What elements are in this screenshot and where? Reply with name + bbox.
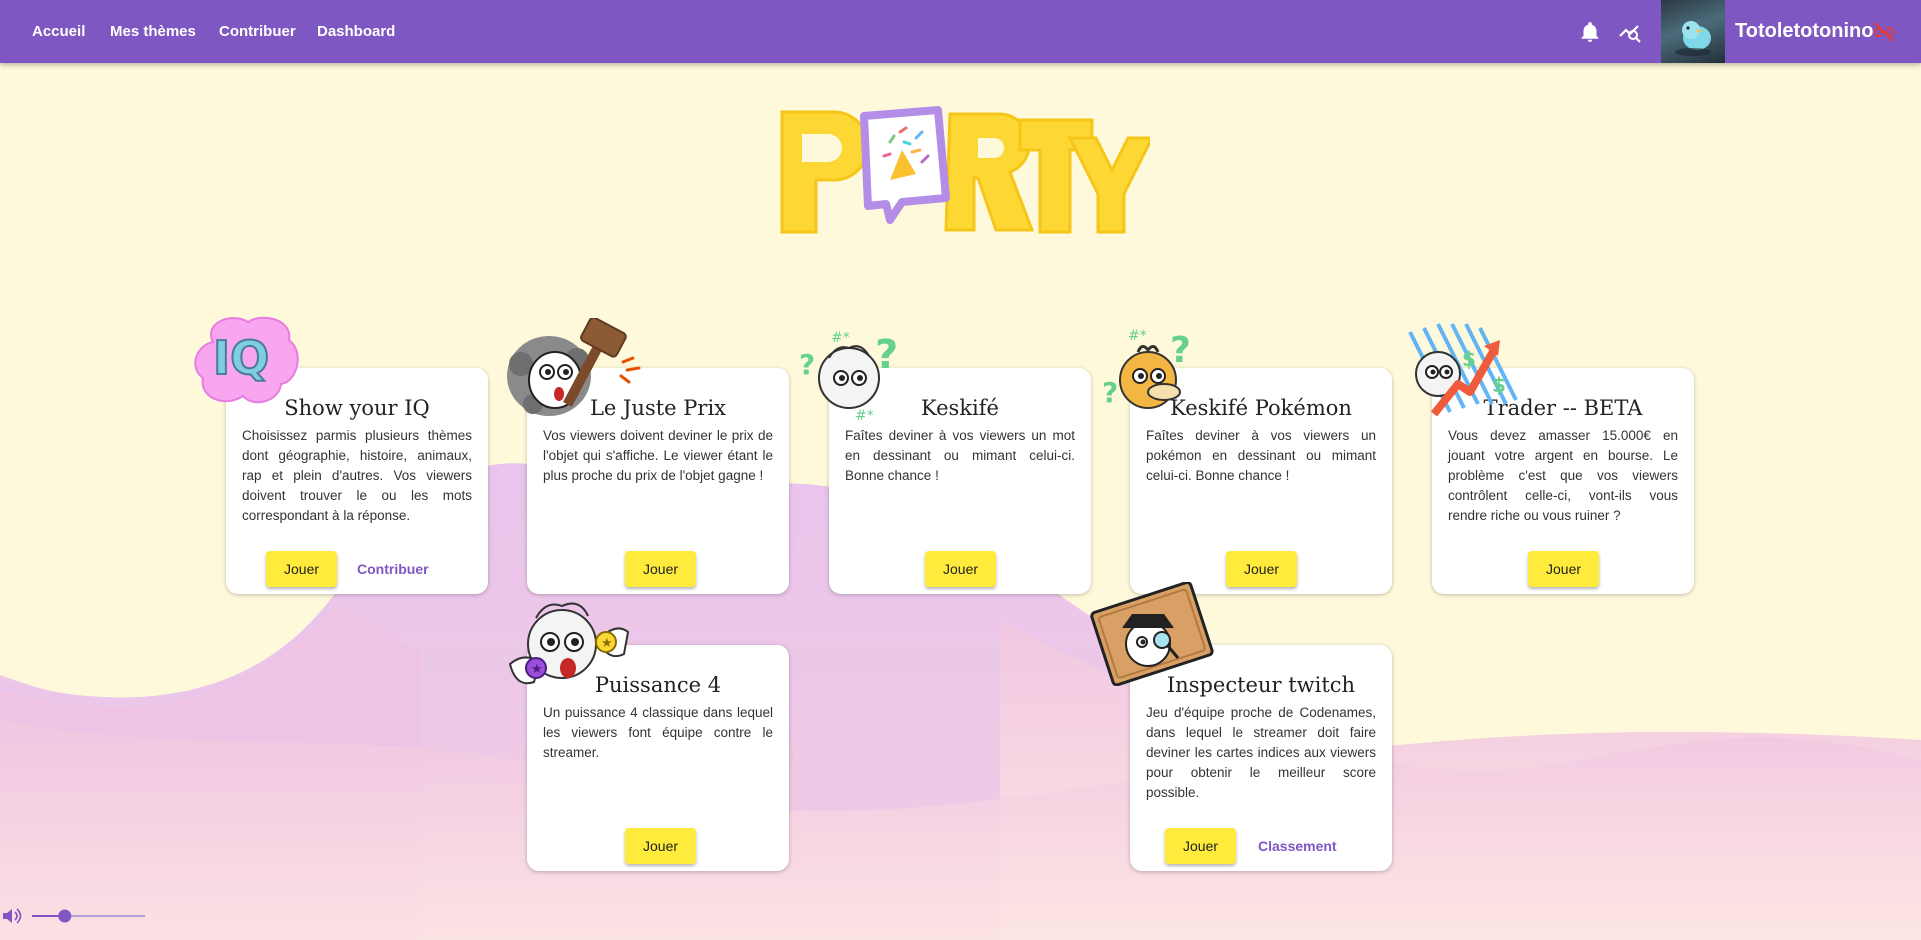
volume-control (2, 906, 152, 931)
username: Totoletotonino (1735, 20, 1874, 42)
leaderboard-button[interactable]: Classement (1258, 828, 1337, 864)
party-logo (780, 106, 1150, 234)
play-button[interactable]: Jouer (1226, 551, 1298, 587)
card-description: Vous devez amasser 15.000€ en jouant vot… (1448, 428, 1678, 523)
nav-link-dashboard[interactable]: Dashboard (317, 0, 395, 63)
nav-link-contribuer[interactable]: Contribuer (219, 0, 296, 63)
avatar[interactable] (1661, 0, 1725, 63)
connect-four-mascot-icon: ★ ★ (508, 602, 630, 685)
iq-brain-icon: IQ (194, 316, 299, 404)
nav-link-mes-themes[interactable]: Mes thèmes (110, 0, 196, 63)
card-description: Choisissez parmis plusieurs thèmes dont … (242, 428, 472, 523)
svg-text:#*: #* (855, 408, 874, 422)
svg-text:$: $ (1492, 373, 1506, 397)
svg-text:?: ? (1102, 376, 1118, 409)
svg-text:IQ: IQ (213, 331, 269, 385)
svg-text:★: ★ (601, 636, 613, 651)
svg-text:$: $ (1462, 347, 1476, 371)
play-button[interactable]: Jouer (266, 551, 338, 587)
card-description: Faîtes deviner à vos viewers un mot en d… (845, 428, 1075, 483)
svg-text:★: ★ (531, 662, 543, 677)
card-description: Faîtes deviner à vos viewers un pokémon … (1146, 428, 1376, 483)
psyduck-mascot-icon: ? ? #* (1102, 328, 1191, 409)
contribute-button[interactable]: Contribuer (357, 551, 429, 587)
volume-slider-graphic[interactable] (2, 906, 152, 926)
detective-mascot-icon (1090, 582, 1214, 686)
auctioneer-hammer-icon (507, 318, 641, 416)
top-navbar: Accueil Mes thèmes Contribuer Dashboard … (0, 0, 1921, 63)
card-description: Un puissance 4 classique dans lequel les… (543, 705, 773, 760)
volume-thumb (58, 909, 72, 923)
card-description: Jeu d'équipe proche de Codenames, dans l… (1146, 705, 1376, 800)
play-button[interactable]: Jouer (625, 828, 697, 864)
svg-text:?: ? (1170, 330, 1191, 371)
link-off-icon[interactable] (1872, 20, 1896, 44)
stock-chart-mascot-icon: $ $ (1408, 323, 1518, 417)
play-button[interactable]: Jouer (1528, 551, 1600, 587)
svg-text:#*: #* (1128, 328, 1147, 344)
card-description: Vos viewers doivent deviner le prix de l… (543, 428, 773, 483)
nav-link-accueil[interactable]: Accueil (32, 0, 85, 63)
play-button[interactable]: Jouer (925, 551, 997, 587)
volume-icon (3, 908, 22, 924)
guess-mascot-icon: ? ? #* #* (799, 330, 898, 422)
stats-off-icon[interactable] (1618, 20, 1642, 44)
svg-text:?: ? (799, 348, 815, 381)
bell-icon[interactable] (1578, 20, 1602, 44)
play-button[interactable]: Jouer (1165, 828, 1237, 864)
svg-text:#*: #* (831, 330, 850, 346)
play-button[interactable]: Jouer (625, 551, 697, 587)
